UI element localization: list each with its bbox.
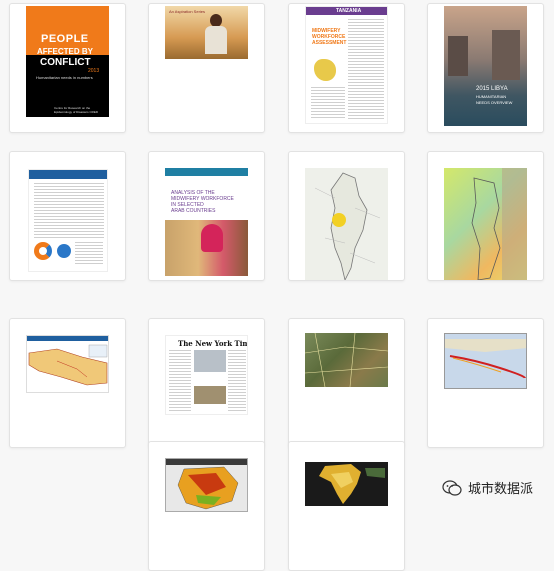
child-body: [205, 26, 227, 54]
cover-subtitle: Humanitarian needs in numbers: [36, 75, 93, 80]
africa-svg: [319, 464, 385, 504]
document-card-8[interactable]: [427, 151, 544, 281]
thumbnail-nigeria-map: [165, 458, 248, 512]
nyt-masthead: The New York Times: [178, 339, 247, 348]
thumbnail-satellite: [305, 333, 388, 387]
donut-chart: [34, 242, 52, 260]
cover-header: An Aspiration Series: [169, 9, 206, 14]
document-card-14[interactable]: [288, 441, 405, 571]
woman-headscarf: [201, 224, 223, 252]
title-line-3: ASSESSMENT: [312, 40, 347, 46]
satellite-svg: [305, 333, 388, 387]
watermark-text: 城市数据派: [468, 482, 534, 497]
top-bar: [165, 168, 248, 176]
title-line-4: ARAB COUNTRIES: [171, 208, 216, 214]
wechat-icon: [442, 479, 462, 496]
building-2: [492, 30, 520, 80]
document-card-1[interactable]: PEOPLE AFFECTED BY CONFLICT 2013 Humanit…: [9, 3, 126, 133]
logo-strip: [26, 117, 109, 126]
report-header: [29, 170, 107, 179]
watermark: 城市数据派: [442, 478, 533, 497]
thumbnail-nepal-map: [26, 335, 109, 393]
document-card-7[interactable]: [288, 151, 405, 281]
nyt-photo-2: [194, 386, 226, 404]
nepal-map-svg: [28, 344, 108, 386]
thumbnail-nyt: The New York Times: [165, 335, 248, 415]
nyt-photo-1: [194, 350, 226, 372]
thumbnail-africa-map: [305, 462, 388, 506]
document-card-10[interactable]: The New York Times: [148, 318, 265, 448]
document-card-6[interactable]: ANALYSIS OF THE MIDWIFERY WORKFORCE IN S…: [148, 151, 265, 281]
thumbnail-people-affected: PEOPLE AFFECTED BY CONFLICT 2013 Humanit…: [26, 6, 109, 126]
thumbnail-myanmar-map: [305, 168, 388, 280]
heat-map-svg: [471, 168, 527, 280]
thumbnail-heat-map: [444, 168, 527, 280]
building-1: [448, 36, 468, 76]
title-line-2: HUMANITARIAN: [476, 94, 507, 99]
cover-year: 2013: [88, 68, 100, 74]
document-card-4[interactable]: 2015 LIBYA HUMANITARIAN NEEDS OVERVIEW: [427, 3, 544, 133]
map-svg: [314, 172, 381, 280]
cover-title-line-2: AFFECTED BY: [37, 47, 93, 56]
cover-title-line-1: PEOPLE: [41, 33, 89, 45]
cover-title-line-3: CONFLICT: [40, 57, 91, 68]
banner-text: TANZANIA: [336, 8, 362, 14]
thumbnail-aspiration: An Aspiration Series: [165, 6, 248, 59]
document-card-11[interactable]: [288, 318, 405, 448]
document-card-13[interactable]: [148, 441, 265, 571]
thumbnail-libya: 2015 LIBYA HUMANITARIAN NEEDS OVERVIEW: [444, 6, 527, 126]
map-shape: [314, 59, 336, 81]
thumbnail-earthquake-map: [444, 333, 527, 389]
nigeria-svg: [177, 466, 239, 510]
thumbnail-tanzania: TANZANIA MIDWIFERY WORKFORCE ASSESSMENT: [305, 6, 388, 124]
document-card-3[interactable]: TANZANIA MIDWIFERY WORKFORCE ASSESSMENT: [288, 3, 405, 133]
earthquake-svg: [445, 339, 526, 379]
document-card-12[interactable]: [427, 318, 544, 448]
document-card-9[interactable]: [9, 318, 126, 448]
blue-circle: [57, 244, 71, 258]
thumbnail-midwifery-arab: ANALYSIS OF THE MIDWIFERY WORKFORCE IN S…: [165, 168, 248, 276]
thumbnail-report: [28, 169, 108, 272]
title-line-3: NEEDS OVERVIEW: [476, 100, 513, 105]
title-line-1: 2015 LIBYA: [476, 86, 508, 92]
document-card-5[interactable]: [9, 151, 126, 281]
cover-footer: Centre for Research on the Epidemiology …: [54, 106, 99, 114]
document-card-2[interactable]: An Aspiration Series: [148, 3, 265, 133]
